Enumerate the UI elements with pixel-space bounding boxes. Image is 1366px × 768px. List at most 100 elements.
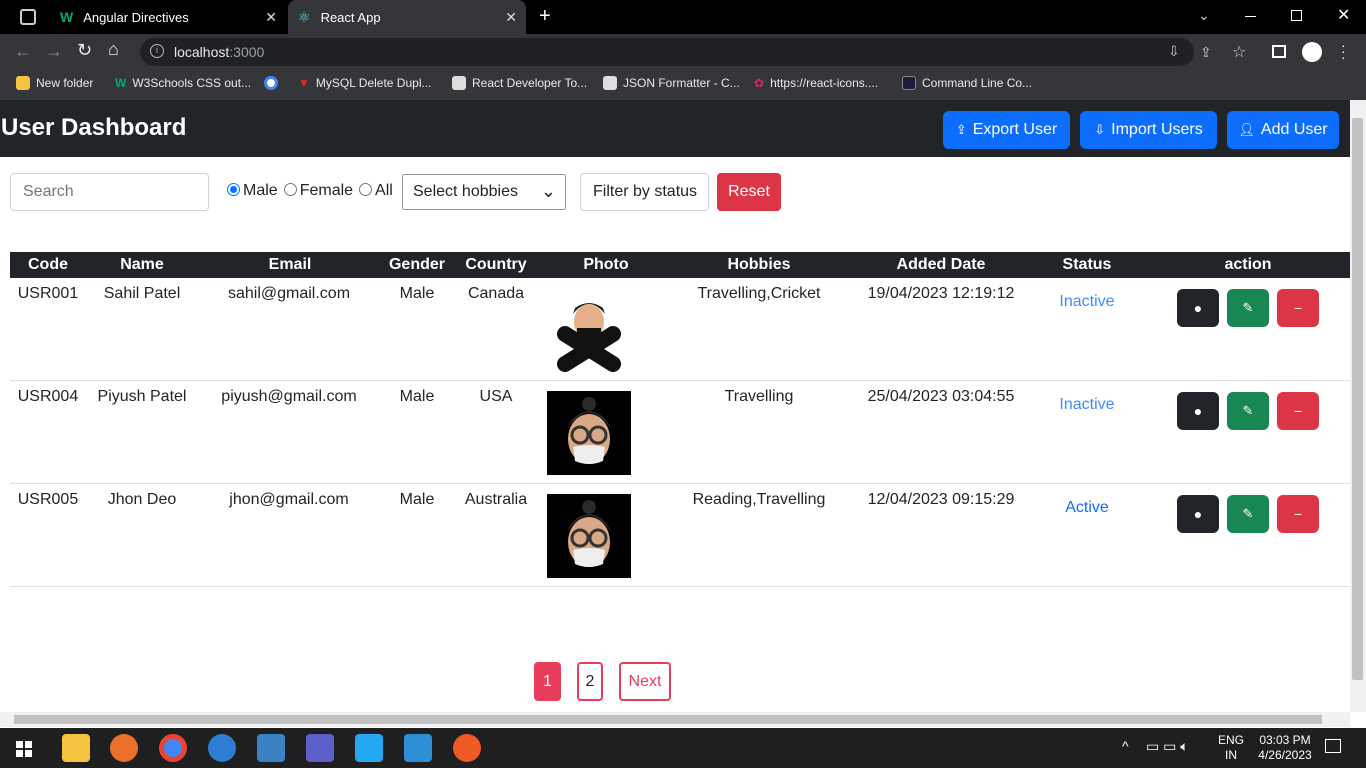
windows-start-icon[interactable] xyxy=(16,741,32,757)
view-user-button[interactable]: ● xyxy=(1177,495,1219,533)
cell-country: Canada xyxy=(467,285,525,302)
column-header: Added Date xyxy=(896,256,986,273)
edit-user-button[interactable]: ✎ xyxy=(1227,495,1269,533)
radio-button[interactable] xyxy=(227,183,240,196)
bookmark-google[interactable] xyxy=(264,76,278,90)
bookmark-label: JSON Formatter - C... xyxy=(623,76,740,90)
view-user-button[interactable]: ● xyxy=(1177,392,1219,430)
cell-code: USR004 xyxy=(17,388,79,405)
bookmark-label: Command Line Co... xyxy=(922,76,1033,90)
bookmark-react-icons[interactable]: ✿ https://react-icons.... xyxy=(754,76,878,90)
menu-icon[interactable]: · · · xyxy=(1341,38,1346,64)
table-row: USR004 Piyush Patel piyush@gmail.com Mal… xyxy=(10,381,1350,484)
lang-code: ENG xyxy=(1218,733,1245,747)
tab-angular-directives[interactable]: W Angular Directives ✕ xyxy=(50,0,286,34)
url-host: localhost xyxy=(174,44,230,60)
status-toggle[interactable]: Active xyxy=(1037,499,1137,517)
bookmark-label: https://react-icons.... xyxy=(770,76,879,90)
network-app-icon[interactable] xyxy=(257,734,285,762)
bookmark-react-devtools[interactable]: React Developer To... xyxy=(452,76,587,90)
bookmark-w3schools[interactable]: W W3Schools CSS out... xyxy=(115,76,251,90)
close-icon[interactable]: ✕ xyxy=(265,9,277,26)
cell-code: USR005 xyxy=(17,491,79,508)
bookmark-json-formatter[interactable]: JSON Formatter - C... xyxy=(603,76,740,90)
restore-icon[interactable] xyxy=(1291,10,1302,21)
status-toggle[interactable]: Inactive xyxy=(1037,396,1137,414)
notification-icon[interactable] xyxy=(1325,739,1341,753)
radio-female[interactable]: Female xyxy=(283,182,354,202)
tray-icons[interactable]: ▭ ▭ 🔈︎ xyxy=(1146,738,1189,755)
page-1-button[interactable]: 1 xyxy=(534,662,561,701)
column-header: Status xyxy=(1062,256,1112,273)
chrome-icon[interactable] xyxy=(159,734,187,762)
bolt-app-icon[interactable] xyxy=(404,734,432,762)
minimize-icon[interactable] xyxy=(1245,16,1256,17)
import-users-button[interactable]: ⇩ Import Users xyxy=(1080,111,1217,149)
reset-button[interactable]: Reset xyxy=(717,173,781,211)
profile-avatar[interactable] xyxy=(1302,42,1322,62)
view-user-button[interactable]: ● xyxy=(1177,289,1219,327)
tab-search-icon[interactable] xyxy=(20,9,36,25)
bookmarks-bar: New folder W W3Schools CSS out... ▼ MySQL … xyxy=(0,70,1366,100)
language-indicator[interactable]: ENG IN xyxy=(1218,733,1244,763)
back-icon[interactable]: ← xyxy=(14,41,32,62)
search-input[interactable] xyxy=(10,173,209,211)
delete-user-button[interactable]: − xyxy=(1277,289,1319,327)
hobbies-select[interactable]: Select hobbies ⌄ xyxy=(402,174,566,210)
radio-label: Female xyxy=(299,182,354,199)
radio-male[interactable]: Male xyxy=(227,182,278,202)
close-icon[interactable]: ✕ xyxy=(505,9,517,26)
page-2-button[interactable]: 2 xyxy=(577,662,603,701)
bookmark-icon xyxy=(452,76,466,90)
tab-react-app[interactable]: ⚛ React App ✕ xyxy=(288,0,526,34)
user-minus-icon: − xyxy=(1293,403,1303,419)
install-icon[interactable]: ⇩ xyxy=(1168,43,1180,60)
address-bar[interactable]: i localhost:3000 ⇩ xyxy=(140,38,1194,66)
clock[interactable]: 03:03 PM 4/26/2023 xyxy=(1252,733,1318,763)
next-page-button[interactable]: Next xyxy=(619,662,671,701)
status-toggle[interactable]: Inactive xyxy=(1037,293,1137,311)
new-tab-icon[interactable]: + xyxy=(539,5,551,28)
mail-icon[interactable] xyxy=(208,734,236,762)
column-header: Email xyxy=(268,256,312,273)
star-icon[interactable]: ☆ xyxy=(1232,42,1246,62)
delete-user-button[interactable]: − xyxy=(1277,495,1319,533)
vertical-scroll-thumb[interactable] xyxy=(1352,118,1363,680)
share-icon[interactable]: ⇪ xyxy=(1200,44,1212,61)
bookmark-command-line[interactable]: Command Line Co... xyxy=(902,76,1032,90)
tab-list-icon[interactable]: ⌄ xyxy=(1198,7,1210,24)
forward-icon[interactable]: → xyxy=(45,41,63,62)
teams-icon[interactable] xyxy=(306,734,334,762)
bookmark-mysql[interactable]: ▼ MySQL Delete Dupl... xyxy=(298,76,432,90)
edit-user-button[interactable]: ✎ xyxy=(1227,289,1269,327)
cell-country: Australia xyxy=(464,491,528,508)
bookmark-label: MySQL Delete Dupl... xyxy=(315,76,432,90)
vscode-icon[interactable] xyxy=(355,734,383,762)
radio-button[interactable] xyxy=(283,183,297,196)
radio-all[interactable]: All xyxy=(359,182,393,202)
delete-user-button[interactable]: − xyxy=(1277,392,1319,430)
postman-icon[interactable] xyxy=(453,734,481,762)
export-user-button[interactable]: ⇪ Export User xyxy=(943,111,1070,149)
bookmark-new-folder[interactable]: New folder xyxy=(16,76,93,90)
home-icon[interactable]: ⌂ xyxy=(108,39,119,60)
status-filter-button[interactable]: Filter by status xyxy=(580,173,709,211)
cell-name: Jhon Deo xyxy=(107,491,177,508)
side-panel-icon[interactable] xyxy=(1272,45,1286,58)
radio-button[interactable] xyxy=(359,183,373,196)
file-explorer-icon[interactable] xyxy=(62,734,90,762)
add-user-button[interactable]: 👤︎ Add User xyxy=(1227,111,1339,149)
edit-user-button[interactable]: ✎ xyxy=(1227,392,1269,430)
react-icon: ⚛ xyxy=(298,8,311,25)
reload-icon[interactable]: ↻ xyxy=(77,40,92,61)
app-n-icon[interactable] xyxy=(110,734,138,762)
horizontal-scroll-thumb[interactable] xyxy=(14,715,1322,724)
user-icon: ● xyxy=(1193,300,1203,316)
close-window-icon[interactable]: ✕ xyxy=(1337,5,1350,25)
clock-date: 4/26/2023 xyxy=(1258,748,1312,762)
page-title: User Dashboard xyxy=(1,114,187,141)
tray-chevron-icon[interactable]: ^ xyxy=(1122,738,1129,754)
cell-email: piyush@gmail.com xyxy=(221,388,357,405)
table-row: USR001 Sahil Patel sahil@gmail.com Male … xyxy=(10,278,1350,381)
bookmark-icon xyxy=(603,76,617,90)
